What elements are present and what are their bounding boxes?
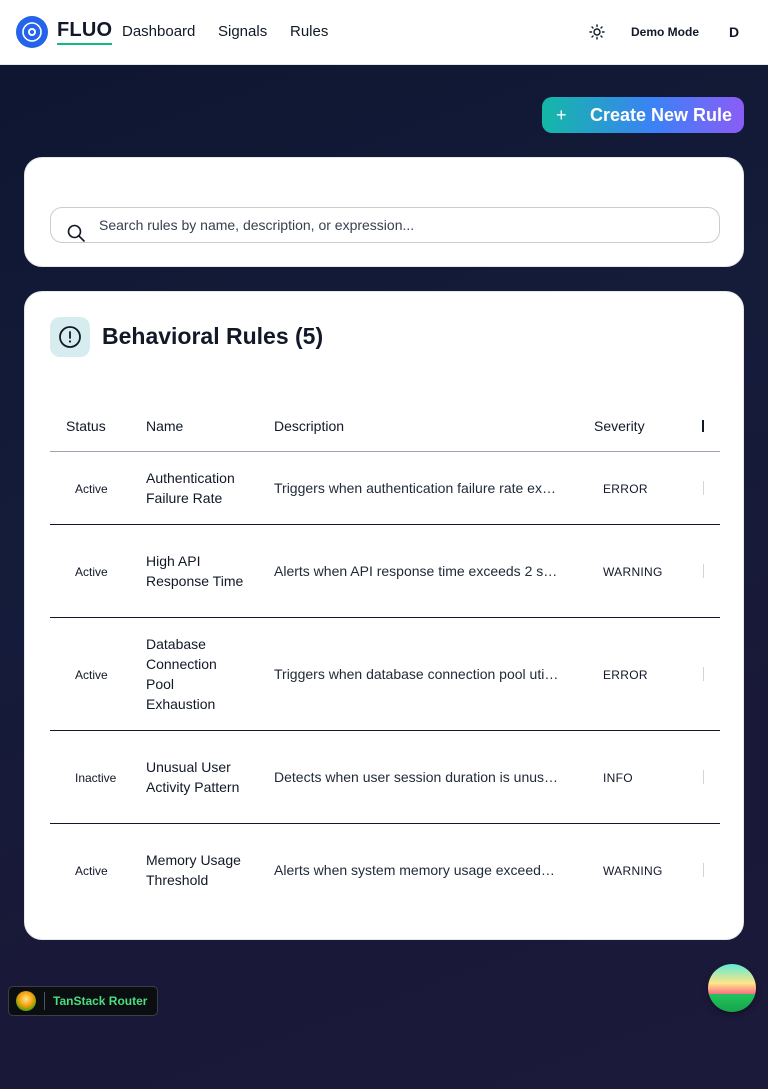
table-row[interactable]: Active Database Connection Pool Exhausti…: [50, 617, 720, 730]
rules-card-title: Behavioral Rules (5): [102, 323, 324, 349]
rule-description: Triggers when database connection pool u…: [274, 665, 561, 682]
rules-table: Status Name Description Severity Active …: [50, 402, 720, 916]
table-row[interactable]: Inactive Unusual User Activity Pattern D…: [50, 730, 720, 823]
tanstack-router-label: TanStack Router: [53, 994, 148, 1008]
brand-name[interactable]: FLUO: [57, 18, 113, 45]
rule-name[interactable]: High API Response Time: [146, 551, 246, 591]
rule-name[interactable]: Database Connection Pool Exhaustion: [146, 634, 246, 714]
rule-name[interactable]: Authentication Failure Rate: [146, 468, 246, 508]
rule-name[interactable]: Memory Usage Threshold: [146, 850, 246, 890]
rule-description: Detects when user session duration is un…: [274, 768, 561, 785]
status-badge: Active: [75, 863, 108, 878]
row-action-divider: [703, 563, 704, 578]
nav-rules[interactable]: Rules: [290, 23, 328, 40]
row-action-divider: [703, 769, 704, 784]
table-row[interactable]: Active Memory Usage Threshold Alerts whe…: [50, 823, 720, 916]
user-avatar[interactable]: D: [729, 24, 739, 40]
status-badge: Active: [75, 481, 108, 496]
search-card: [24, 157, 744, 267]
column-header-name[interactable]: Name: [146, 402, 274, 452]
severity-badge: ERROR: [603, 667, 648, 682]
severity-badge: INFO: [603, 770, 633, 785]
fluo-logo-icon[interactable]: [16, 16, 48, 48]
top-nav-bar: FLUO Dashboard Signals Rules Demo Mode D: [0, 0, 768, 65]
rule-description: Alerts when API response time exceeds 2 …: [274, 562, 561, 579]
create-new-rule-label: Create New Rule: [590, 104, 733, 125]
nav-signals[interactable]: Signals: [218, 23, 267, 40]
status-badge: Active: [75, 667, 108, 682]
table-header-row: Status Name Description Severity: [50, 402, 720, 452]
alert-circle-icon: [50, 317, 90, 357]
plus-icon: +: [556, 104, 567, 125]
status-badge: Active: [75, 564, 108, 579]
rule-description: Alerts when system memory usage exceeds …: [274, 861, 561, 878]
search-input[interactable]: [99, 208, 699, 242]
nav-dashboard[interactable]: Dashboard: [122, 23, 195, 40]
status-badge: Inactive: [75, 770, 117, 785]
column-header-description[interactable]: Description: [274, 402, 594, 452]
tanstack-router-devtools-button[interactable]: TanStack Router: [8, 986, 158, 1016]
rule-name[interactable]: Unusual User Activity Pattern: [146, 757, 246, 797]
search-box[interactable]: [50, 207, 720, 243]
table-row[interactable]: Active High API Response Time Alerts whe…: [50, 524, 720, 617]
divider: [44, 992, 45, 1010]
severity-badge: WARNING: [603, 564, 663, 579]
column-header-extra: [702, 402, 720, 452]
demo-mode-button[interactable]: Demo Mode: [631, 25, 699, 39]
severity-badge: ERROR: [603, 481, 648, 496]
severity-badge: WARNING: [603, 863, 663, 878]
tanstack-logo-icon: [16, 991, 36, 1011]
rules-card: Behavioral Rules (5) Status Name Descrip…: [24, 291, 744, 940]
column-header-status[interactable]: Status: [50, 402, 146, 452]
query-devtools-logo-icon[interactable]: [708, 964, 756, 1012]
table-row[interactable]: Active Authentication Failure Rate Trigg…: [50, 451, 720, 524]
rule-description: Triggers when authentication failure rat…: [274, 479, 561, 496]
row-action-divider: [703, 480, 704, 495]
search-icon: [67, 224, 85, 242]
row-action-divider: [703, 862, 704, 877]
column-header-severity[interactable]: Severity: [594, 402, 702, 452]
create-new-rule-button[interactable]: + Create New Rule: [542, 97, 744, 133]
sun-icon[interactable]: [589, 24, 605, 40]
row-action-divider: [703, 666, 704, 681]
